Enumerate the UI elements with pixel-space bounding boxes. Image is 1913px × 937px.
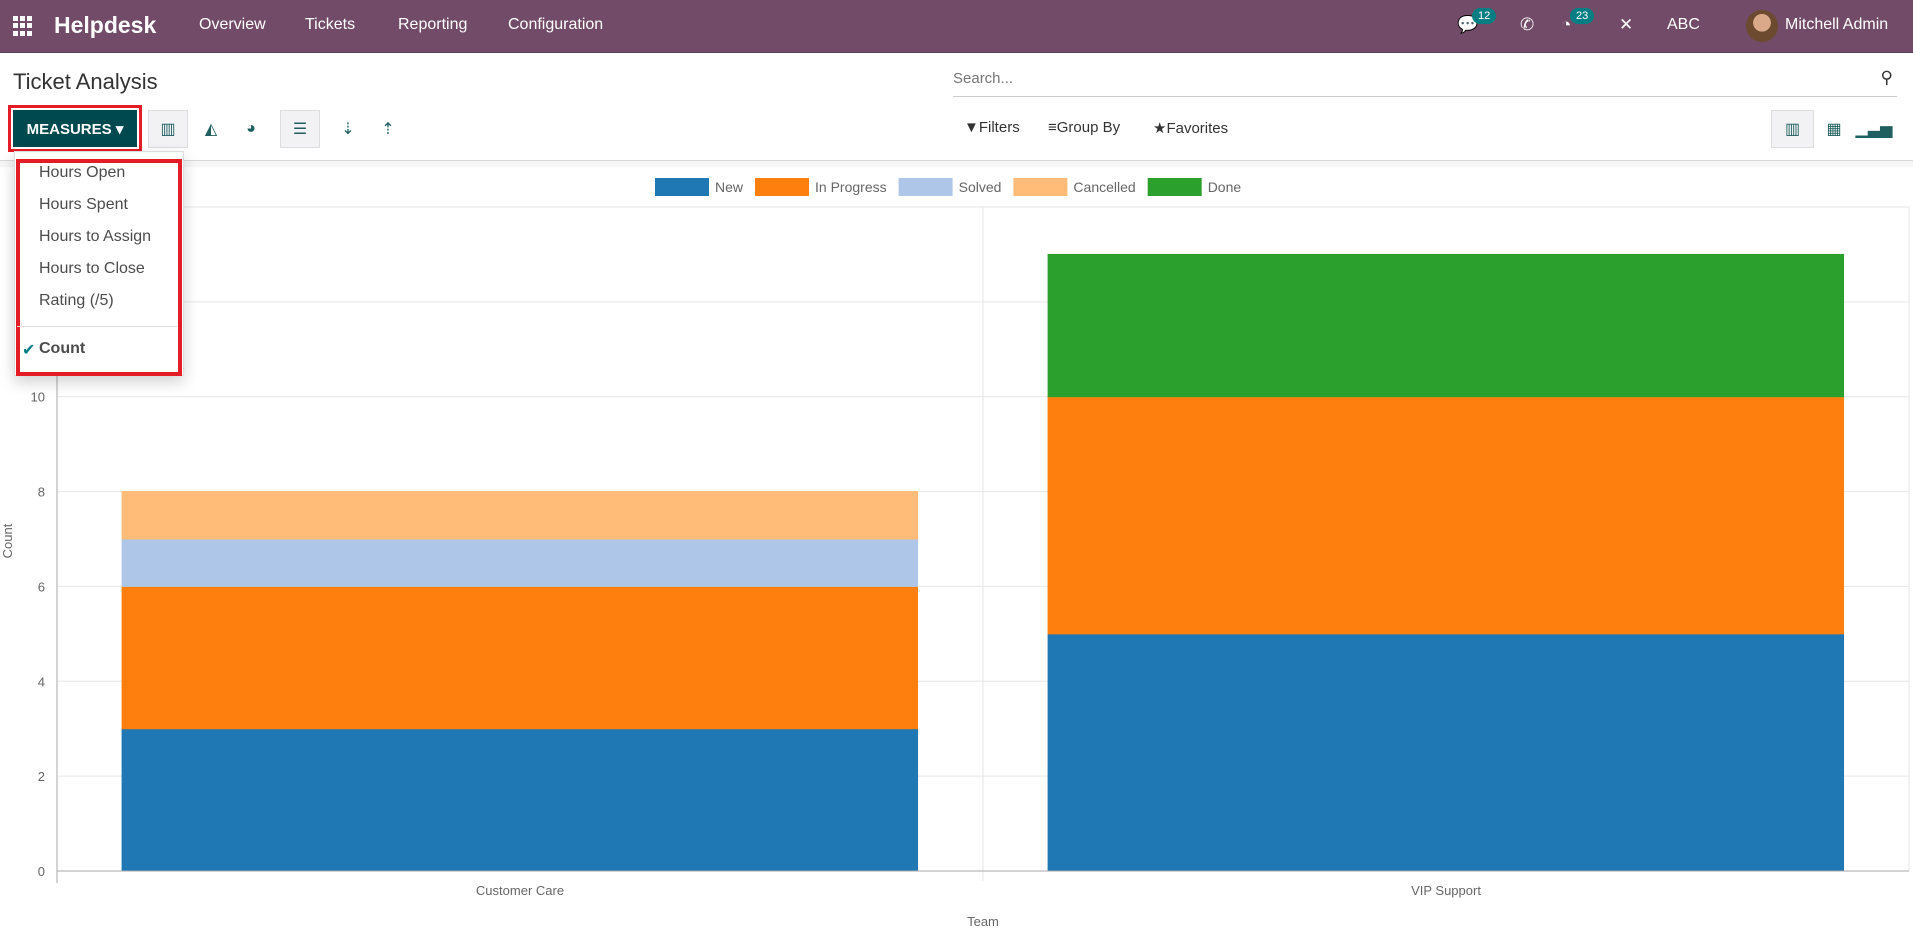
messages-badge: 12 xyxy=(1472,8,1497,24)
activities-badge: 23 xyxy=(1570,8,1595,24)
sort-ascending-button[interactable]: ⇡ xyxy=(368,110,408,148)
check-icon: ✔ xyxy=(22,342,36,359)
bar-segment xyxy=(1047,253,1845,398)
menu-tickets[interactable]: Tickets xyxy=(305,16,355,34)
menu-divider xyxy=(17,326,177,327)
stacked-toggle-button[interactable]: ☰ xyxy=(280,110,320,148)
y-tick-label: 8 xyxy=(38,485,45,500)
phone-icon[interactable]: ✆ xyxy=(1520,15,1534,35)
filters-label: Filters xyxy=(978,119,1020,136)
filters-button[interactable]: ▼Filters xyxy=(964,119,1020,136)
measures-button[interactable]: MEASURES ▾ xyxy=(13,110,137,147)
legend-swatch xyxy=(655,178,709,196)
top-navbar: Helpdesk Overview Tickets Reporting Conf… xyxy=(0,0,1913,53)
legend-label: Cancelled xyxy=(1073,179,1135,195)
measure-hours-to-close[interactable]: Hours to Close xyxy=(39,260,145,278)
legend-label: New xyxy=(715,179,744,195)
menu-configuration[interactable]: Configuration xyxy=(508,16,603,34)
y-tick-label: 10 xyxy=(31,390,45,405)
pie-chart-button[interactable]: ◕ xyxy=(231,110,271,148)
bar-segment xyxy=(121,538,919,587)
search-input[interactable] xyxy=(953,64,1853,92)
y-tick-label: 0 xyxy=(38,864,45,879)
bar-segment xyxy=(121,585,919,730)
y-tick-label: 6 xyxy=(38,579,45,594)
y-tick-label: 2 xyxy=(38,769,45,784)
bar-segment xyxy=(1047,633,1845,872)
search-bar: ⚲ xyxy=(953,64,1897,97)
menu-reporting[interactable]: Reporting xyxy=(398,16,467,34)
view-cohort-button[interactable]: ▁▃▅ xyxy=(1854,110,1894,148)
legend-swatch xyxy=(1013,178,1068,196)
debug-tools-icon[interactable]: ✕ xyxy=(1619,15,1633,35)
bar-segment xyxy=(121,728,919,872)
menu-overview[interactable]: Overview xyxy=(199,16,266,34)
favorites-button[interactable]: ★Favorites xyxy=(1153,119,1228,137)
group-by-icon: ≡ xyxy=(1048,119,1057,136)
page-title: Ticket Analysis xyxy=(13,69,158,94)
bar-segment xyxy=(121,491,919,540)
avatar[interactable] xyxy=(1746,10,1778,42)
group-by-label: Group By xyxy=(1056,119,1121,136)
measure-hours-to-assign[interactable]: Hours to Assign xyxy=(39,228,151,246)
user-menu[interactable]: Mitchell Admin xyxy=(1785,16,1888,34)
y-tick-label: 4 xyxy=(38,674,45,689)
view-pivot-button[interactable]: ▦ xyxy=(1814,110,1854,148)
y-axis-title: Count xyxy=(0,523,15,558)
legend-swatch xyxy=(1147,178,1202,196)
filter-icon: ▼ xyxy=(964,119,979,136)
x-tick-label: Customer Care xyxy=(476,883,564,898)
search-icon[interactable]: ⚲ xyxy=(1881,68,1893,88)
bar-segment xyxy=(1047,396,1845,635)
group-by-button[interactable]: ≡Group By xyxy=(1048,119,1120,136)
x-axis-title: Team xyxy=(967,914,999,929)
app-brand[interactable]: Helpdesk xyxy=(54,12,156,39)
apps-menu-icon[interactable] xyxy=(13,16,33,36)
sort-descending-button[interactable]: ⇣ xyxy=(328,110,368,148)
measure-hours-spent[interactable]: Hours Spent xyxy=(39,196,128,214)
line-chart-button[interactable]: ◭ xyxy=(191,110,231,148)
legend-label: Done xyxy=(1208,179,1242,195)
measures-label: MEASURES xyxy=(26,120,112,138)
legend-swatch xyxy=(898,178,953,196)
measure-count[interactable]: Count xyxy=(39,340,85,358)
legend-swatch xyxy=(755,178,810,196)
measure-rating[interactable]: Rating (/5) xyxy=(39,292,114,310)
star-icon: ★ xyxy=(1153,120,1167,137)
company-switcher[interactable]: ABC xyxy=(1667,16,1700,34)
x-tick-label: VIP Support xyxy=(1411,883,1481,898)
view-graph-button[interactable]: ▥ xyxy=(1771,110,1814,148)
bar-chart-button[interactable]: ▥ xyxy=(148,110,188,148)
favorites-label: Favorites xyxy=(1166,120,1229,137)
measures-highlight: MEASURES ▾ xyxy=(8,105,142,152)
legend-label: Solved xyxy=(959,179,1002,195)
stacked-bar-chart: 02468101214Customer CareVIP SupportTeamC… xyxy=(0,178,1910,929)
measure-hours-open[interactable]: Hours Open xyxy=(39,164,125,182)
legend-label: In Progress xyxy=(815,179,887,195)
